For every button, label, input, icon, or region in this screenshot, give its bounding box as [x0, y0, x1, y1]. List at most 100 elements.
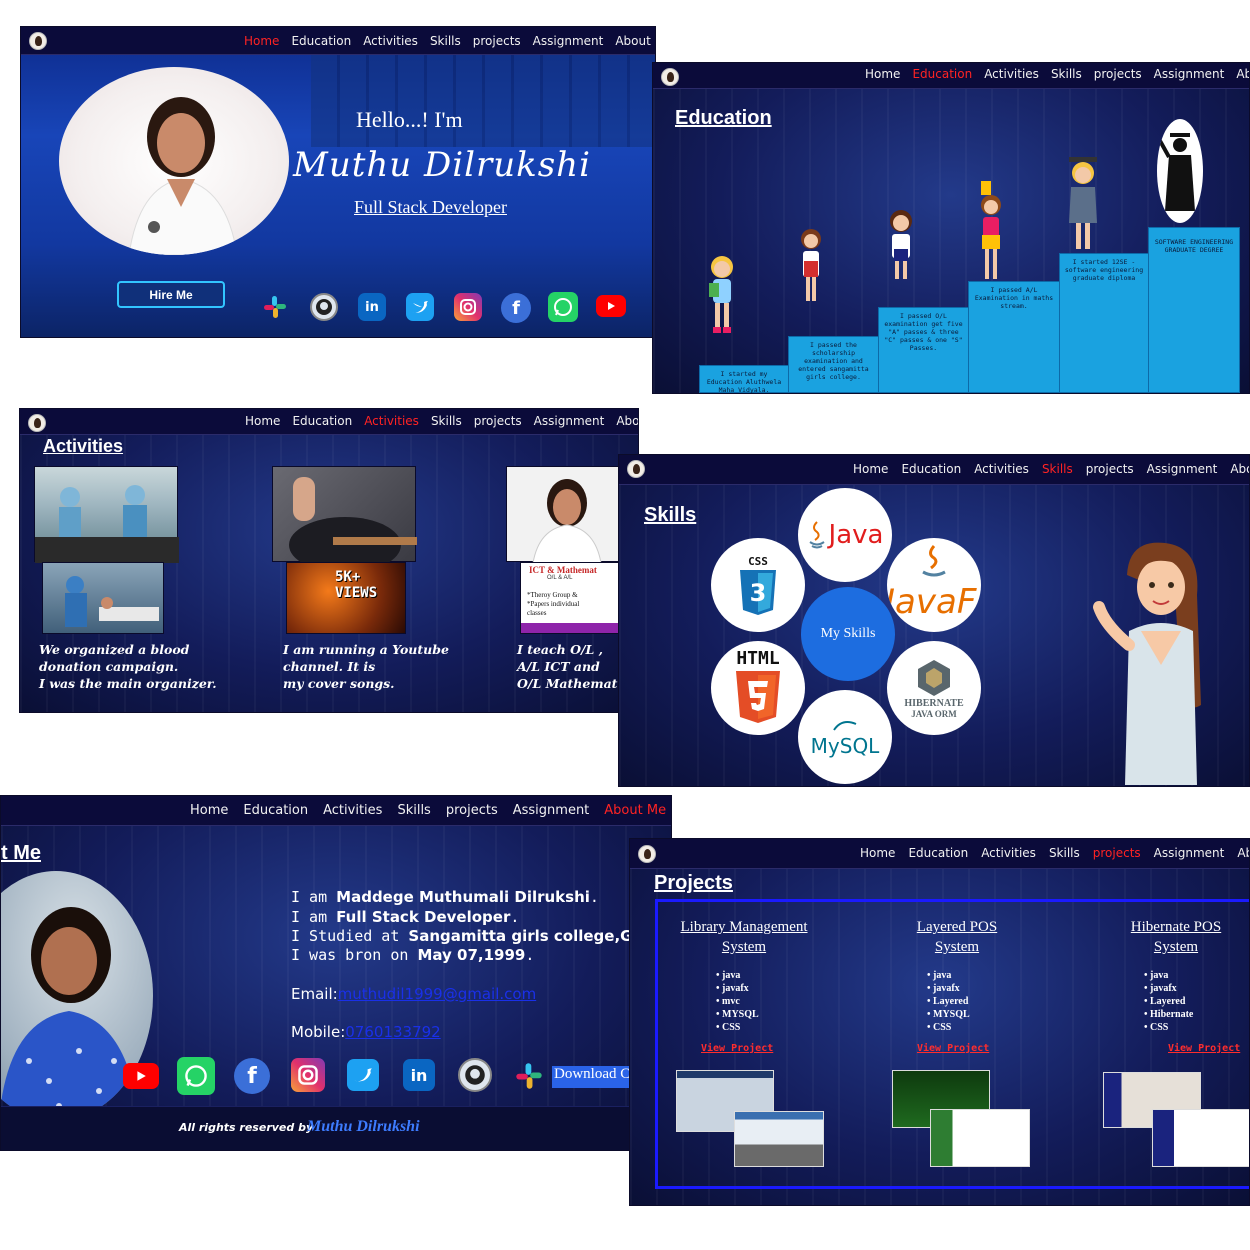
nav-home[interactable]: Home	[860, 846, 895, 860]
nav-home[interactable]: Home	[245, 414, 280, 428]
nav-education[interactable]: Education	[901, 462, 961, 476]
nav-about[interactable]: About	[1237, 846, 1249, 860]
student-figure-2	[801, 229, 821, 301]
education-step-4: I passed A/L Examination in maths stream…	[968, 281, 1060, 393]
nav-assignment[interactable]: Assignment	[1154, 67, 1225, 81]
nav-home[interactable]: Home	[244, 34, 279, 48]
nav-assignment[interactable]: Assignment	[1154, 846, 1225, 860]
nav-projects[interactable]: projects	[473, 34, 521, 48]
nav-education[interactable]: Education	[912, 67, 972, 81]
education-step-3: I passed O/L examination get five "A" pa…	[878, 307, 969, 393]
project-tech-list: javajavafxmvcMYSQLCSS	[716, 969, 759, 1034]
views-badge: 5K+ VIEWS	[335, 569, 378, 601]
instagram-icon[interactable]	[454, 293, 482, 321]
slack-icon[interactable]	[261, 293, 289, 321]
whatsapp-icon[interactable]	[548, 292, 578, 322]
nav-education[interactable]: Education	[291, 34, 351, 48]
linkedin-icon[interactable]: in	[358, 293, 386, 321]
nav-about[interactable]: About Me	[1236, 67, 1249, 81]
logo-avatar-icon[interactable]	[638, 845, 656, 863]
nav-home[interactable]: Home	[853, 462, 888, 476]
nav-menu: Home Education Activities Skills project…	[865, 63, 1249, 85]
project-tech-list: javajavafxLayeredMYSQLCSS	[927, 969, 970, 1034]
nav-skills[interactable]: Skills	[431, 414, 462, 428]
nav-projects[interactable]: projects	[1094, 67, 1142, 81]
nav-activities[interactable]: Activities	[974, 462, 1029, 476]
logo-avatar-icon[interactable]	[28, 414, 46, 432]
logo-avatar-icon[interactable]	[661, 68, 679, 86]
github-icon[interactable]	[458, 1058, 492, 1092]
nav-activities[interactable]: Activities	[363, 34, 418, 48]
github-icon[interactable]	[310, 293, 338, 321]
nav-education[interactable]: Education	[908, 846, 968, 860]
nav-projects[interactable]: projects	[1093, 846, 1141, 860]
linkedin-icon[interactable]: in	[403, 1059, 435, 1091]
project-title-library[interactable]: Library Management System	[659, 917, 829, 957]
instagram-icon[interactable]	[291, 1058, 325, 1092]
mobile-link[interactable]: 0760133792	[345, 1023, 440, 1041]
logo-avatar-icon[interactable]	[627, 460, 645, 478]
nav-assignment[interactable]: Assignment	[533, 34, 604, 48]
education-panel: Home Education Activities Skills project…	[652, 62, 1250, 394]
email-link[interactable]: muthudil1999@gmail.com	[338, 985, 537, 1003]
project-screenshot	[1152, 1109, 1249, 1167]
nav-home[interactable]: Home	[190, 803, 228, 818]
skill-javafx: JavaFx	[887, 538, 981, 632]
guitar-photo	[272, 466, 417, 573]
section-title: Projects	[654, 872, 733, 894]
nav-skills[interactable]: Skills	[1051, 67, 1082, 81]
hero-role: Full Stack Developer	[354, 197, 507, 217]
nav-projects[interactable]: projects	[446, 803, 498, 818]
nav-skills[interactable]: Skills	[397, 803, 430, 818]
navbar: Home Education Activities Skills project…	[20, 409, 638, 435]
nav-home[interactable]: Home	[865, 67, 900, 81]
view-project-button[interactable]: View Project	[1168, 1043, 1240, 1054]
nav-about[interactable]: About	[1230, 462, 1249, 476]
education-step-5: I started 12SE -software engineering gra…	[1059, 253, 1149, 393]
twitter-icon[interactable]	[406, 293, 434, 321]
presenter-illustration	[1093, 542, 1201, 785]
youtube-icon[interactable]	[123, 1063, 159, 1089]
facebook-icon[interactable]: f	[501, 293, 531, 323]
svg-text:3: 3	[750, 579, 767, 607]
footer-author: Muthu Dilrukshi	[307, 1118, 420, 1135]
project-title-layered-pos[interactable]: Layered POS System	[872, 917, 1042, 957]
activity-caption-2: I am running a Youtube channel. It is my c…	[283, 642, 449, 691]
blood-donation-photo-1	[34, 466, 179, 563]
nav-skills[interactable]: Skills	[430, 34, 461, 48]
view-project-button[interactable]: View Project	[701, 1043, 773, 1054]
whatsapp-icon[interactable]	[177, 1057, 215, 1095]
twitter-icon[interactable]	[347, 1059, 379, 1091]
project-screenshot	[930, 1109, 1030, 1167]
project-title-hibernate-pos[interactable]: Hibernate POS System	[1091, 917, 1249, 957]
facebook-icon[interactable]: f	[234, 1058, 270, 1094]
hire-me-button[interactable]: Hire Me	[117, 281, 225, 308]
nav-skills[interactable]: Skills	[1049, 846, 1080, 860]
home-panel: Home Education Activities Skills project…	[20, 26, 656, 338]
logo-avatar-icon[interactable]	[29, 32, 47, 50]
nav-assignment[interactable]: Assignment	[1147, 462, 1218, 476]
nav-skills[interactable]: Skills	[1042, 462, 1073, 476]
nav-activities[interactable]: Activities	[981, 846, 1036, 860]
nav-activities[interactable]: Activities	[984, 67, 1039, 81]
nav-activities[interactable]: Activities	[323, 803, 382, 818]
youtube-icon[interactable]	[596, 295, 626, 317]
view-project-button[interactable]: View Project	[917, 1043, 989, 1054]
nav-assignment[interactable]: Assignment	[513, 803, 590, 818]
section-title: t Me	[1, 842, 41, 864]
nav-about[interactable]: About Me	[616, 414, 638, 428]
nav-projects[interactable]: projects	[474, 414, 522, 428]
nav-projects[interactable]: projects	[1086, 462, 1134, 476]
teacher-photo	[506, 466, 620, 564]
nav-education[interactable]: Education	[243, 803, 308, 818]
nav-menu: Home Education Activities Skills project…	[190, 796, 666, 824]
nav-activities[interactable]: Activities	[364, 414, 419, 428]
nav-about[interactable]: About Me	[615, 34, 655, 48]
project-tech-list: javajavafxLayeredHibernateCSS	[1144, 969, 1193, 1034]
nav-education[interactable]: Education	[292, 414, 352, 428]
footer-rights: All rights reserved by	[179, 1121, 314, 1134]
nav-menu: Home Education Activities Skills project…	[860, 839, 1249, 867]
slack-icon[interactable]	[513, 1060, 545, 1092]
nav-assignment[interactable]: Assignment	[534, 414, 605, 428]
nav-about[interactable]: About Me	[604, 803, 666, 818]
